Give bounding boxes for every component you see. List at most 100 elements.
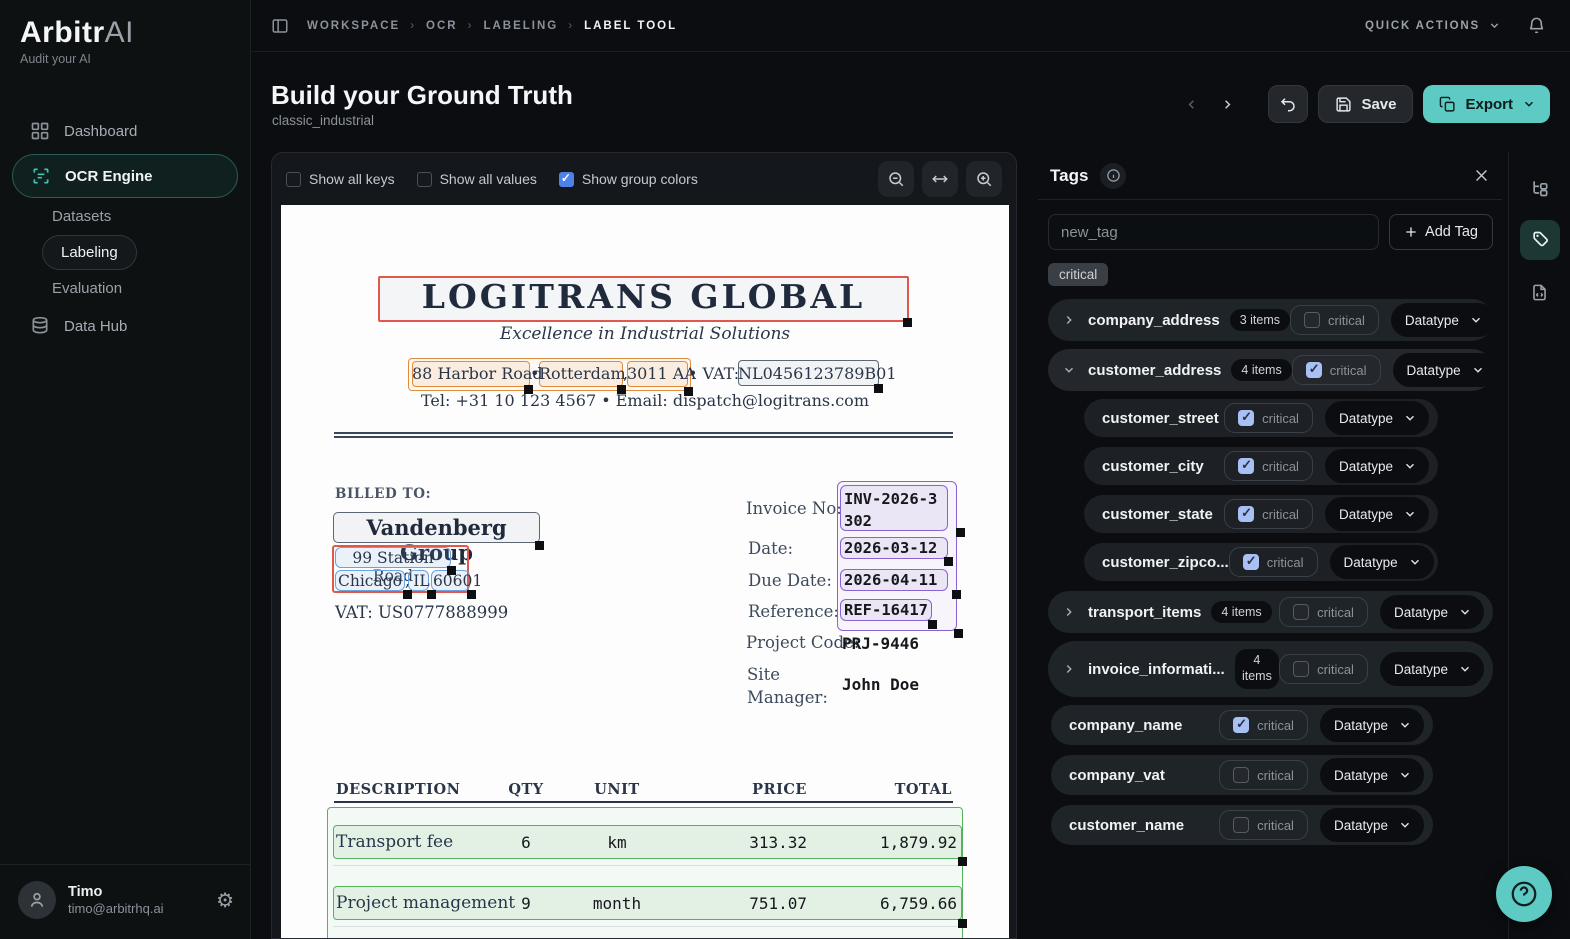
settings-gear-icon[interactable]: ⚙ bbox=[216, 888, 234, 913]
save-button[interactable]: Save bbox=[1318, 85, 1414, 123]
resize-handle[interactable] bbox=[958, 919, 967, 928]
datatype-select[interactable]: Datatype bbox=[1319, 708, 1424, 742]
notifications-bell-icon[interactable] bbox=[1527, 16, 1546, 35]
sidebar-item-labeling[interactable]: Labeling bbox=[42, 235, 137, 270]
breadcrumb-labeling[interactable]: LABELING bbox=[483, 20, 558, 32]
resize-handle[interactable] bbox=[535, 541, 544, 550]
datatype-select[interactable]: Datatype bbox=[1324, 401, 1429, 435]
resize-handle[interactable] bbox=[956, 528, 965, 537]
critical-toggle[interactable]: critical bbox=[1279, 654, 1368, 684]
resize-handle[interactable] bbox=[944, 557, 953, 566]
chevron-right-icon[interactable] bbox=[1062, 605, 1080, 619]
tag-row-company-name[interactable]: company_name critical Datatype bbox=[1051, 705, 1433, 745]
toggle-show-group-colors[interactable]: Show group colors bbox=[558, 171, 698, 187]
tag-row-customer-zipcode[interactable]: customer_zipco... critical Datatype bbox=[1084, 543, 1438, 581]
zoom-out-button[interactable] bbox=[878, 161, 914, 197]
zoom-in-button[interactable] bbox=[966, 161, 1002, 197]
critical-toggle[interactable]: critical bbox=[1291, 355, 1381, 385]
chevron-down-icon[interactable] bbox=[1062, 363, 1080, 377]
checkbox[interactable] bbox=[286, 171, 301, 187]
help-button[interactable] bbox=[1496, 866, 1552, 922]
critical-checkbox[interactable] bbox=[1238, 457, 1255, 474]
resize-handle[interactable] bbox=[524, 385, 533, 394]
critical-toggle[interactable]: critical bbox=[1219, 710, 1308, 740]
critical-toggle[interactable]: critical bbox=[1228, 547, 1318, 577]
tag-row-company-vat[interactable]: company_vat critical Datatype bbox=[1051, 755, 1433, 795]
tag-row-customer-city[interactable]: customer_city critical Datatype bbox=[1084, 447, 1438, 485]
critical-toggle[interactable]: critical bbox=[1224, 403, 1313, 433]
resize-handle[interactable] bbox=[903, 318, 912, 327]
critical-checkbox[interactable] bbox=[1233, 817, 1250, 833]
critical-checkbox[interactable] bbox=[1233, 767, 1250, 783]
tag-row-transport-items[interactable]: transport_items 4 items critical Datatyp… bbox=[1048, 591, 1493, 633]
breadcrumb-workspace[interactable]: WORKSPACE bbox=[307, 20, 400, 32]
sidebar-item-data-hub[interactable]: Data Hub bbox=[0, 305, 250, 347]
critical-toggle[interactable]: critical bbox=[1224, 451, 1313, 481]
critical-checkbox[interactable] bbox=[1238, 505, 1255, 522]
datatype-select[interactable]: Datatype bbox=[1392, 353, 1497, 387]
toggle-show-all-keys[interactable]: Show all keys bbox=[286, 171, 395, 187]
critical-checkbox[interactable] bbox=[1233, 716, 1250, 733]
critical-checkbox[interactable] bbox=[1293, 604, 1310, 620]
sidebar-item-ocr-engine[interactable]: OCR Engine bbox=[12, 154, 238, 198]
undo-button[interactable] bbox=[1268, 85, 1309, 123]
toggle-show-all-values[interactable]: Show all values bbox=[416, 171, 537, 187]
avatar[interactable] bbox=[18, 881, 56, 919]
resize-handle[interactable] bbox=[617, 385, 626, 394]
checkbox[interactable] bbox=[416, 171, 432, 187]
resize-handle[interactable] bbox=[427, 590, 436, 599]
resize-handle[interactable] bbox=[684, 387, 693, 396]
critical-checkbox[interactable] bbox=[1304, 312, 1321, 328]
critical-checkbox[interactable] bbox=[1238, 409, 1255, 426]
tag-row-customer-name[interactable]: customer_name critical Datatype bbox=[1051, 805, 1433, 845]
tag-row-customer-street[interactable]: customer_street critical Datatype bbox=[1084, 399, 1438, 437]
resize-handle[interactable] bbox=[874, 384, 883, 393]
resize-handle[interactable] bbox=[403, 590, 412, 599]
resize-handle[interactable] bbox=[467, 590, 476, 599]
resize-handle[interactable] bbox=[928, 620, 937, 629]
critical-checkbox[interactable] bbox=[1293, 661, 1310, 677]
datatype-select[interactable]: Datatype bbox=[1324, 449, 1429, 483]
resize-handle[interactable] bbox=[447, 566, 456, 575]
info-icon[interactable] bbox=[1100, 162, 1127, 189]
critical-toggle[interactable]: critical bbox=[1290, 305, 1379, 335]
breadcrumb-ocr[interactable]: OCR bbox=[426, 20, 458, 32]
critical-toggle[interactable]: critical bbox=[1219, 810, 1308, 840]
sidebar-item-dashboard[interactable]: Dashboard bbox=[0, 110, 250, 152]
critical-toggle[interactable]: critical bbox=[1219, 760, 1308, 790]
critical-checkbox[interactable] bbox=[1242, 553, 1259, 570]
sidebar-item-datasets[interactable]: Datasets bbox=[0, 200, 250, 233]
add-tag-button[interactable]: Add Tag bbox=[1389, 214, 1493, 250]
tree-view-button[interactable] bbox=[1520, 168, 1560, 208]
document-page[interactable]: LOGITRANS GLOBAL Excellence in Industria… bbox=[281, 205, 1009, 938]
export-button[interactable]: Export bbox=[1423, 85, 1550, 123]
tag-row-invoice-information[interactable]: invoice_informati... 4 items critical Da… bbox=[1048, 641, 1493, 697]
checkbox[interactable] bbox=[558, 171, 574, 187]
quick-actions-menu[interactable]: QUICK ACTIONS bbox=[1365, 19, 1501, 32]
document-view-button[interactable] bbox=[1520, 272, 1560, 312]
critical-toggle[interactable]: critical bbox=[1279, 597, 1368, 627]
tag-chip-critical[interactable]: critical bbox=[1048, 263, 1109, 286]
new-tag-input[interactable] bbox=[1048, 214, 1380, 250]
chevron-right-icon[interactable] bbox=[1062, 662, 1080, 676]
datatype-select[interactable]: Datatype bbox=[1329, 545, 1434, 579]
datatype-select[interactable]: Datatype bbox=[1379, 595, 1484, 629]
panel-toggle-icon[interactable] bbox=[271, 17, 289, 35]
datatype-select[interactable]: Datatype bbox=[1379, 652, 1484, 686]
datatype-select[interactable]: Datatype bbox=[1319, 758, 1424, 792]
resize-handle[interactable] bbox=[952, 590, 961, 599]
critical-checkbox[interactable] bbox=[1305, 361, 1322, 378]
tags-view-button[interactable] bbox=[1519, 220, 1560, 260]
close-icon[interactable] bbox=[1473, 167, 1490, 184]
sidebar-item-evaluation[interactable]: Evaluation bbox=[0, 272, 250, 305]
tag-row-customer-address[interactable]: customer_address 4 items critical Dataty… bbox=[1048, 349, 1497, 391]
resize-handle[interactable] bbox=[954, 629, 963, 638]
critical-toggle[interactable]: critical bbox=[1224, 499, 1313, 529]
fit-width-button[interactable] bbox=[922, 161, 958, 197]
datatype-select[interactable]: Datatype bbox=[1324, 497, 1429, 531]
chevron-right-icon[interactable] bbox=[1062, 313, 1080, 327]
tag-row-company-address[interactable]: company_address 3 items critical Datatyp… bbox=[1048, 299, 1495, 341]
datatype-select[interactable]: Datatype bbox=[1390, 303, 1495, 337]
resize-handle[interactable] bbox=[958, 857, 967, 866]
datatype-select[interactable]: Datatype bbox=[1319, 808, 1424, 842]
